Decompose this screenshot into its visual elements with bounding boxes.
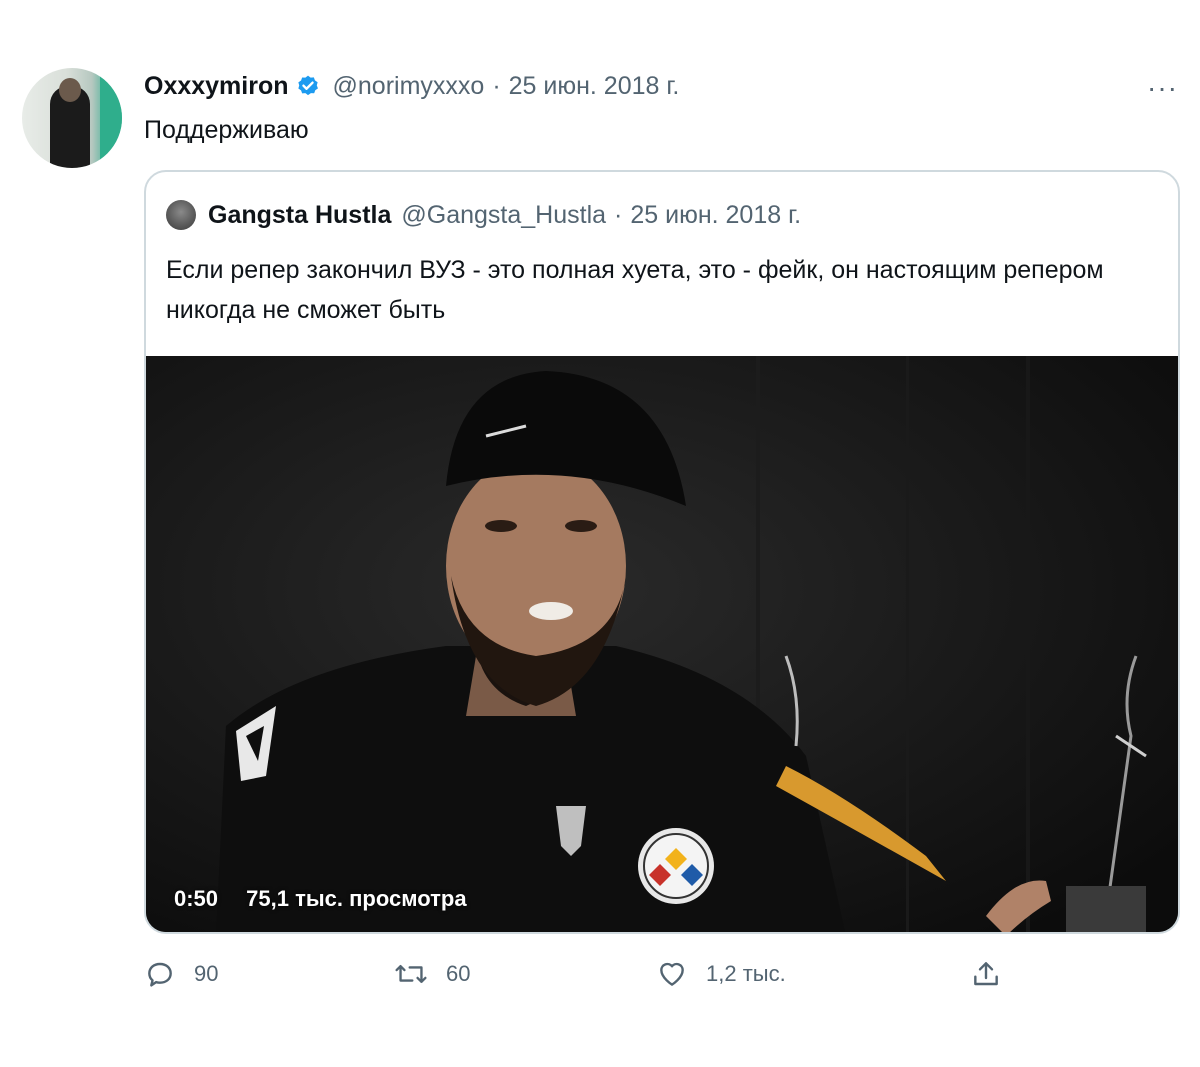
reply-icon bbox=[148, 962, 172, 987]
avatar-head bbox=[59, 78, 81, 102]
retweet-icon bbox=[395, 964, 427, 984]
tweet: Oxxxymiron @norimyxxxo · 25 июн. 2018 г.… bbox=[0, 0, 1200, 1067]
author-handle[interactable]: @norimyxxxo bbox=[333, 72, 485, 101]
separator-dot: · bbox=[492, 72, 501, 100]
video-views: 75,1 тыс. просмотра bbox=[246, 886, 467, 911]
retweet-button[interactable]: 60 bbox=[394, 958, 470, 990]
tweet-header: Oxxxymiron @norimyxxxo · 25 июн. 2018 г. bbox=[144, 72, 679, 101]
quoted-tweet[interactable]: Gangsta Hustla @Gangsta_Hustla · 25 июн.… bbox=[144, 170, 1180, 934]
video-duration: 0:50 bbox=[174, 886, 219, 911]
video-frame bbox=[146, 356, 1178, 932]
verified-badge-icon bbox=[297, 75, 318, 95]
author-name[interactable]: Oxxxymiron bbox=[144, 72, 289, 101]
quoted-author-avatar bbox=[166, 200, 196, 230]
video-player[interactable]: 0:50 75,1 тыс. просмотра bbox=[146, 356, 1178, 932]
reply-count: 90 bbox=[194, 961, 219, 986]
quoted-author-handle: @Gangsta_Hustla bbox=[401, 200, 607, 229]
quoted-author-name: Gangsta Hustla bbox=[208, 200, 392, 229]
share-button[interactable] bbox=[970, 958, 1020, 990]
avatar-background bbox=[100, 68, 122, 168]
like-count: 1,2 тыс. bbox=[706, 961, 786, 986]
like-button[interactable]: 1,2 тыс. bbox=[656, 958, 786, 990]
heart-icon bbox=[660, 962, 684, 986]
quoted-tweet-header: Gangsta Hustla @Gangsta_Hustla · 25 июн.… bbox=[166, 200, 801, 230]
quoted-tweet-text: Если репер закончил ВУЗ - это полная хуе… bbox=[166, 256, 1104, 324]
tweet-date[interactable]: 25 июн. 2018 г. bbox=[509, 72, 680, 101]
video-meta: 0:50 75,1 тыс. просмотра bbox=[174, 886, 489, 912]
reply-button[interactable]: 90 bbox=[144, 958, 218, 990]
tweet-text: Поддерживаю bbox=[144, 116, 309, 144]
separator-dot: · bbox=[614, 200, 623, 229]
author-avatar[interactable] bbox=[22, 68, 122, 168]
share-icon bbox=[974, 962, 998, 986]
retweet-count: 60 bbox=[446, 961, 471, 986]
action-bar: 90 60 1,2 тыс. bbox=[144, 958, 1034, 1002]
more-icon[interactable]: ··· bbox=[1147, 72, 1178, 104]
quoted-tweet-date: 25 июн. 2018 г. bbox=[630, 200, 802, 229]
